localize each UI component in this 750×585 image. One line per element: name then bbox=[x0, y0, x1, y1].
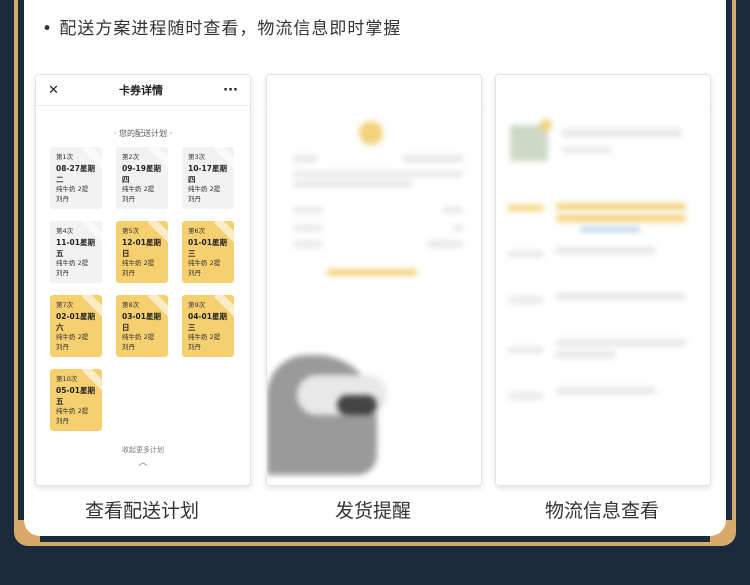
plan-card[interactable]: 第5次 12-01星期日 纯牛奶 2提 刘丹 bbox=[116, 221, 168, 283]
plan-card[interactable]: 第3次 10-17星期四 纯牛奶 2提 刘丹 bbox=[182, 147, 234, 209]
plan-title: · 您的配送计划 · bbox=[113, 129, 173, 138]
plan-card[interactable]: 第7次 02-01星期六 纯牛奶 2提 刘丹 bbox=[50, 295, 102, 357]
card-name: 刘丹 bbox=[56, 269, 69, 277]
card-item: 纯牛奶 2提 bbox=[188, 185, 221, 194]
phone-shipping bbox=[266, 74, 482, 486]
plan-card[interactable]: 第1次 08-27星期二 纯牛奶 2提 刘丹 bbox=[50, 147, 102, 209]
card-date: 01-01星期三 bbox=[188, 237, 227, 258]
phone-plan: ✕ 卡券详情 ··· · 您的配送计划 · 第1次 08-27星期二 纯牛奶 2提刘… bbox=[35, 74, 251, 486]
plan-card[interactable]: 第9次 04-01星期三 纯牛奶 2提 刘丹 bbox=[182, 295, 234, 357]
chevron-up-icon[interactable]: ︿ bbox=[36, 455, 250, 468]
card-item: 纯牛奶 2提 bbox=[122, 333, 155, 342]
card-name: 刘丹 bbox=[56, 417, 69, 425]
card-item: 纯牛奶 2提 bbox=[56, 185, 89, 194]
card-date: 11-01星期五 bbox=[56, 237, 95, 258]
card-date: 12-01星期日 bbox=[122, 237, 161, 258]
card-name: 刘丹 bbox=[56, 343, 69, 351]
more-icon[interactable]: ··· bbox=[223, 83, 238, 98]
card-name: 刘丹 bbox=[122, 269, 135, 277]
card-item: 纯牛奶 2提 bbox=[56, 259, 89, 268]
card-item: 纯牛奶 2提 bbox=[122, 259, 155, 268]
card-date: 10-17星期四 bbox=[188, 163, 227, 184]
card-date: 08-27星期二 bbox=[56, 163, 95, 184]
plan-card[interactable]: 第8次 03-01星期日 纯牛奶 2提 刘丹 bbox=[116, 295, 168, 357]
card-name: 刘丹 bbox=[188, 269, 201, 277]
phone-plan-header: ✕ 卡券详情 ··· bbox=[36, 75, 250, 106]
close-icon[interactable]: ✕ bbox=[48, 83, 59, 98]
card-name: 刘丹 bbox=[122, 343, 135, 351]
shipping-blurred-content bbox=[267, 75, 481, 485]
card-name: 刘丹 bbox=[188, 343, 201, 351]
card-date: 03-01星期日 bbox=[122, 311, 161, 332]
caption-logistics: 物流信息查看 bbox=[544, 500, 659, 522]
card-name: 刘丹 bbox=[188, 195, 201, 203]
logistics-blurred-content bbox=[496, 75, 710, 485]
plan-card[interactable]: 第4次 11-01星期五 纯牛奶 2提 刘丹 bbox=[50, 221, 102, 283]
card-item: 纯牛奶 2提 bbox=[188, 259, 221, 268]
phone-plan-title: 卡券详情 bbox=[119, 84, 164, 97]
card-item: 纯牛奶 2提 bbox=[188, 333, 221, 342]
card-date: 02-01星期六 bbox=[56, 311, 95, 332]
card-item: 纯牛奶 2提 bbox=[122, 185, 155, 194]
card-name: 刘丹 bbox=[122, 195, 135, 203]
plan-grid: 第1次 08-27星期二 纯牛奶 2提 刘丹 第2次 09-19星期四 纯牛奶 2提 刘丹 第3… bbox=[36, 147, 250, 431]
card-date: 04-01星期三 bbox=[188, 311, 227, 332]
headline: • 配送方案进程随时查看，物流信息即时掌握 bbox=[42, 19, 402, 39]
card-item: 纯牛奶 2提 bbox=[56, 333, 89, 342]
plan-card[interactable]: 第2次 09-19星期四 纯牛奶 2提 刘丹 bbox=[116, 147, 168, 209]
card-item: 纯牛奶 2提 bbox=[56, 407, 89, 416]
plan-card[interactable]: 第10次 05-01星期五 纯牛奶 2提 刘丹 bbox=[50, 369, 102, 431]
card-name: 刘丹 bbox=[56, 195, 69, 203]
caption-plan: 查看配送计划 bbox=[84, 500, 199, 522]
plan-card[interactable]: 第6次 01-01星期三 纯牛奶 2提 刘丹 bbox=[182, 221, 234, 283]
card-date: 05-01星期五 bbox=[56, 385, 95, 406]
phone-logistics bbox=[495, 74, 711, 486]
card-date: 09-19星期四 bbox=[122, 163, 161, 184]
caption-shipping: 发货提醒 bbox=[334, 500, 411, 522]
collapse-more-link[interactable]: 收起更多计划 bbox=[36, 445, 250, 455]
